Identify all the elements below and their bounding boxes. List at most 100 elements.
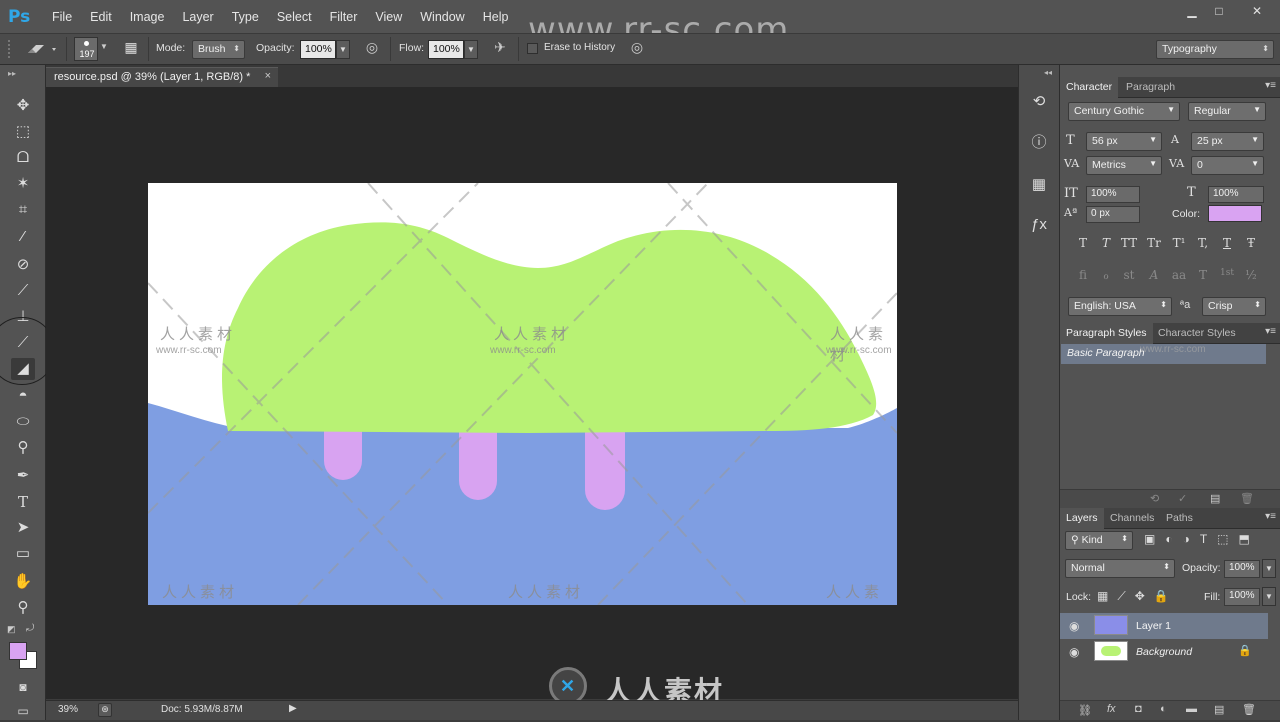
strikethrough-button[interactable]: Ŧ <box>1240 236 1262 250</box>
layer-style-fx-icon[interactable]: fx <box>1107 703 1116 715</box>
minimize-button[interactable]: ▁ <box>1181 4 1203 18</box>
font-style-dropdown[interactable]: Regular ▼ <box>1188 102 1266 121</box>
layer-row-background[interactable]: ◉ Background 🔒 <box>1060 639 1268 665</box>
brush-size-picker[interactable]: 197 <box>74 37 98 61</box>
swap-colors-icon[interactable]: ⤾ <box>26 623 34 634</box>
clear-override-icon[interactable]: ⟲ <box>1150 492 1159 505</box>
add-mask-icon[interactable]: ◘ <box>1135 703 1142 715</box>
magic-wand-tool-icon[interactable]: ✶ <box>11 173 35 195</box>
rectangle-tool-icon[interactable]: ▭ <box>11 543 35 565</box>
opacity-input[interactable]: 100% <box>300 40 336 59</box>
fill-input[interactable]: 100% <box>1224 588 1260 606</box>
font-size-dropdown[interactable]: 56 px ▼ <box>1086 132 1162 151</box>
layer-row-layer-1[interactable]: ◉ Layer 1 <box>1060 613 1268 639</box>
blend-mode-dropdown[interactable]: Normal ⬍ <box>1065 559 1175 578</box>
stylistic-alternates-button[interactable]: aa <box>1168 268 1190 282</box>
history-panel-icon[interactable]: ⟲ <box>1028 91 1050 113</box>
adjustment-layer-icon[interactable]: ◐ <box>1160 703 1167 715</box>
menu-edit[interactable]: Edit <box>90 10 112 24</box>
menu-view[interactable]: View <box>375 10 402 24</box>
document-tab[interactable]: resource.psd @ 39% (Layer 1, RGB/8) * × <box>46 67 278 87</box>
pressure-opacity-icon[interactable]: ◎ <box>362 39 382 59</box>
baseline-shift-input[interactable]: 0 px <box>1086 206 1140 223</box>
document-canvas[interactable]: 人人素材 www.rr-sc.com 人人素材 www.rr-sc.com 人人… <box>148 183 897 605</box>
path-selection-tool-icon[interactable]: ➤ <box>11 517 35 539</box>
superscript-button[interactable]: T¹ <box>1168 236 1190 250</box>
all-caps-button[interactable]: TT <box>1118 236 1140 250</box>
eraser-tool-icon[interactable]: ◢ <box>11 358 35 380</box>
healing-brush-tool-icon[interactable]: ⊘ <box>11 254 35 276</box>
menu-filter[interactable]: Filter <box>330 10 358 24</box>
panel-menu-icon[interactable]: ▾≡ <box>1265 80 1276 91</box>
old-style-button[interactable]: ℴ <box>1095 268 1117 282</box>
ligatures-button[interactable]: fi <box>1072 268 1094 282</box>
styles-panel-icon[interactable]: ƒx <box>1028 214 1050 236</box>
quick-mask-icon[interactable]: ◙ <box>11 676 35 698</box>
pressure-size-icon[interactable]: ◎ <box>627 39 647 59</box>
new-style-icon[interactable]: ▤ <box>1210 492 1220 505</box>
flow-dropdown-arrow[interactable]: ▼ <box>464 40 478 59</box>
maximize-button[interactable]: □ <box>1208 4 1230 18</box>
panel-collapse-icon[interactable]: ▸▸ <box>8 69 16 78</box>
paint-bucket-tool-icon[interactable]: ◓ <box>11 385 35 407</box>
menu-image[interactable]: Image <box>130 10 165 24</box>
tab-layers[interactable]: Layers <box>1060 508 1104 529</box>
tab-paragraph[interactable]: Paragraph <box>1120 77 1181 98</box>
new-layer-icon[interactable]: ▤ <box>1214 703 1224 716</box>
tracking-dropdown[interactable]: 0 ▼ <box>1191 156 1264 175</box>
layer-name[interactable]: Background <box>1136 646 1192 658</box>
swash-button[interactable]: A <box>1143 268 1165 282</box>
menu-select[interactable]: Select <box>277 10 312 24</box>
erase-history-checkbox[interactable] <box>527 43 538 54</box>
fill-arrow[interactable]: ▼ <box>1262 587 1276 606</box>
flow-input[interactable]: 100% <box>428 40 464 59</box>
hand-tool-icon[interactable]: ✋ <box>11 571 35 593</box>
blur-tool-icon[interactable]: ⬭ <box>11 411 35 433</box>
menu-type[interactable]: Type <box>232 10 259 24</box>
status-share-icon[interactable]: ⊛ <box>98 703 112 717</box>
leading-dropdown[interactable]: 25 px ▼ <box>1191 132 1264 151</box>
ordinals-button[interactable]: 1st <box>1216 268 1238 278</box>
workspace-switcher[interactable]: Typography ⬍ <box>1156 40 1274 59</box>
layer-opacity-input[interactable]: 100% <box>1224 560 1260 578</box>
layer-name[interactable]: Layer 1 <box>1136 620 1171 632</box>
discretionary-ligatures-button[interactable]: st <box>1118 268 1140 282</box>
small-caps-button[interactable]: Tr <box>1143 236 1165 250</box>
delete-style-icon[interactable]: 🗑 <box>1240 492 1254 505</box>
lock-icons[interactable]: ▦⟋✥🔒 <box>1097 589 1178 604</box>
chevron-down-icon[interactable]: ▼ <box>100 42 108 51</box>
eyedropper-tool-icon[interactable]: ⁄ <box>11 226 35 248</box>
brush-tool-icon[interactable]: ⟋ <box>11 280 35 302</box>
fractions-button[interactable]: ½ <box>1240 268 1262 282</box>
marquee-tool-icon[interactable]: ⬚ <box>11 121 35 143</box>
tab-character-styles[interactable]: Character Styles <box>1152 323 1242 344</box>
move-tool-icon[interactable]: ✥ <box>11 95 35 117</box>
dodge-tool-icon[interactable]: ⚲ <box>11 437 35 459</box>
default-colors-icon[interactable]: ◩ <box>7 624 16 635</box>
close-button[interactable]: ✕ <box>1246 4 1268 18</box>
layer-opacity-arrow[interactable]: ▼ <box>1262 559 1276 578</box>
opacity-dropdown-arrow[interactable]: ▼ <box>336 40 350 59</box>
close-tab-icon[interactable]: × <box>265 70 271 82</box>
titling-alternates-button[interactable]: T <box>1192 268 1214 282</box>
info-panel-icon[interactable]: ⓘ <box>1028 132 1050 154</box>
font-family-dropdown[interactable]: Century Gothic ▼ <box>1068 102 1180 121</box>
airbrush-icon[interactable]: ✈ <box>490 39 510 59</box>
status-menu-arrow-icon[interactable]: ▶ <box>289 703 297 714</box>
foreground-color-swatch[interactable] <box>9 642 27 660</box>
delete-layer-icon[interactable]: 🗑 <box>1242 703 1256 716</box>
pen-tool-icon[interactable]: ✒ <box>11 465 35 487</box>
panel-menu-icon[interactable]: ▾≡ <box>1265 326 1276 337</box>
kerning-dropdown[interactable]: Metrics ▼ <box>1086 156 1162 175</box>
screen-mode-icon[interactable]: ▭ <box>11 700 35 722</box>
dock-collapse-icon[interactable]: ◂◂ <box>1044 68 1052 77</box>
redefine-style-icon[interactable]: ✓ <box>1178 492 1187 505</box>
faux-italic-button[interactable]: T <box>1095 236 1117 250</box>
link-layers-icon[interactable]: ⛓ <box>1078 704 1092 717</box>
lasso-tool-icon[interactable]: ᗝ <box>11 147 35 169</box>
tab-paragraph-styles[interactable]: Paragraph Styles <box>1060 323 1153 344</box>
text-color-swatch[interactable] <box>1208 205 1262 222</box>
tab-paths[interactable]: Paths <box>1160 508 1199 529</box>
layer-filter-dropdown[interactable]: ⚲ Kind ⬍ <box>1065 531 1133 550</box>
visibility-eye-icon[interactable]: ◉ <box>1069 645 1079 659</box>
